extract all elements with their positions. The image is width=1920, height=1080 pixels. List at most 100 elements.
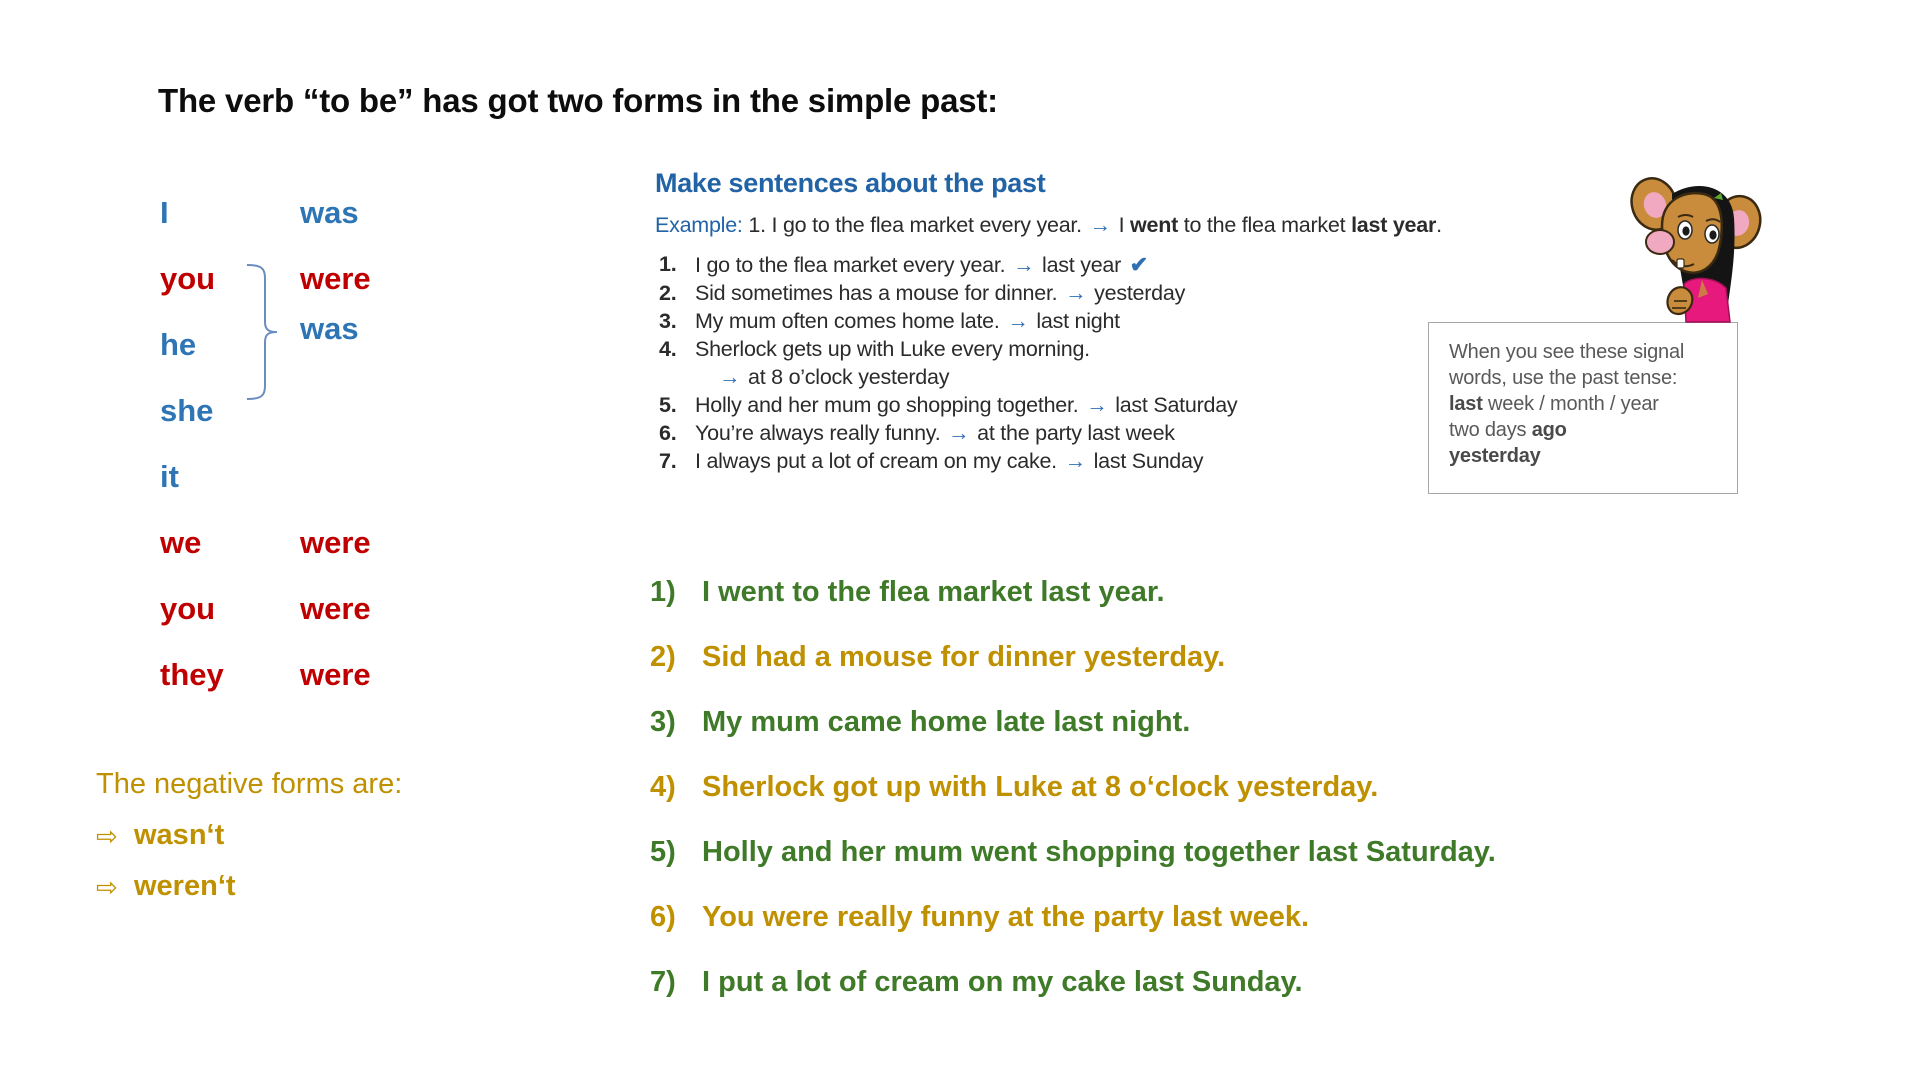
example-answer-cue: last year [1351,213,1437,237]
answer-row: 2) Sid had a mouse for dinner yesterday. [650,643,1830,708]
signal-line-4: two days ago [1449,417,1737,443]
worksheet-item-number: 1. [659,252,677,276]
signal-text: words, use the past tense: [1449,367,1678,389]
negative-form-text: wasn‘t [134,819,225,851]
example-prompt: I go to the flea market every year. [771,213,1083,237]
worksheet-item-cue: at the party last week [977,420,1175,445]
negative-forms-heading: The negative forms are: [96,768,403,800]
answer-row: 6) You were really funny at the party las… [650,903,1830,968]
worksheet-item-cue: last night [1036,308,1120,333]
conjugation-table: Iwas you were he she it we were you were they were [150,185,440,713]
worksheet-item-number: 6. [659,420,677,445]
worksheet-item-cue: yesterday [1094,280,1186,305]
signal-line-5: yesterday [1449,443,1737,469]
worksheet-heading: Make sentences about the past [655,168,1046,198]
worksheet-item-cue: at 8 o’clock yesterday [747,364,950,389]
conjugation-row: you were [150,581,440,647]
signal-line-1: When you see these signal [1449,339,1737,365]
group-verb-was: was [300,311,359,346]
answer-number: 3) [650,706,676,738]
worksheet-item-number: 3. [659,308,677,333]
worksheet-item-cue: last Sunday [1093,448,1204,473]
example-answer-pre: I [1118,213,1131,237]
signal-line-2: words, use the past tense: [1449,365,1737,391]
arrow-right-icon: → [1065,280,1087,305]
worksheet-item-sentence: I go to the flea market every year. [695,253,1006,277]
conjugation-row: we were [150,515,440,581]
worksheet-item-sentence: Holly and her mum go shopping together. [695,392,1079,417]
conjugation-verb: were [300,261,371,296]
answer-text: Holly and her mum went shopping together… [702,836,1496,868]
arrow-right-icon: → [1007,308,1029,333]
conjugation-row: he [150,317,440,383]
answer-row: 7) I put a lot of cream on my cake last S… [650,968,1830,1033]
negative-forms-list: ⇨ wasn‘t ⇨ weren‘t [96,819,516,903]
worksheet-item: 6. You’re always really funny. → at the p… [655,420,1375,448]
answer-text: You were really funny at the party last … [702,901,1310,933]
answers-list: 1) I went to the flea market last year. 2)… [650,578,1830,1033]
example-answer-verb: went [1130,213,1179,237]
arrow-right-icon: → [1089,213,1112,237]
answer-number: 1) [650,576,676,608]
arrow-right-icon: → [1013,253,1035,277]
answer-text: I put a lot of cream on my cake last Sun… [702,966,1303,998]
conjugation-verb: were [300,591,371,626]
conjugation-pronoun: they [160,657,224,692]
conjugation-row: you were [150,251,440,317]
conjugation-verb: were [300,525,371,560]
example-answer-mid: to the flea market [1178,213,1352,237]
answer-number: 6) [650,901,676,933]
worksheet-item-sentence: Sherlock gets up with Luke every morning… [695,336,1090,361]
worksheet-item-number: 2. [659,280,677,305]
worksheet-item-sentence: I always put a lot of cream on my cake. [695,448,1057,473]
example-answer-end: . [1436,213,1442,237]
signal-keyword-last: last [1449,393,1483,415]
worksheet-item-sentence: Sid sometimes has a mouse for dinner. [695,280,1058,305]
answer-number: 7) [650,966,676,998]
conjugation-pronoun: it [160,459,179,494]
worksheet-item: 4. Sherlock gets up with Luke every morni… [655,336,1375,364]
conjugation-row: they were [150,647,440,713]
worksheet-item-sentence: You’re always really funny. [695,420,941,445]
worksheet-item-cue: last Saturday [1115,392,1238,417]
worksheet-item: 7. I always put a lot of cream on my cake… [655,448,1375,476]
answer-number: 2) [650,641,676,673]
worksheet-item: 2. Sid sometimes has a mouse for dinner. … [655,280,1375,308]
conjugation-row: she [150,383,440,449]
negative-form-text: weren‘t [134,870,236,902]
page-title: The verb “to be” has got two forms in th… [158,82,998,119]
example-number: 1. [748,213,766,237]
worksheet-item-cue: last year [1042,253,1122,277]
worksheet-item-continuation: → at 8 o’clock yesterday [655,364,1375,392]
answer-text: I went to the flea market last year. [702,576,1165,608]
conjugation-row: it [150,449,440,515]
conjugation-pronoun: she [160,393,214,428]
conjugation-pronoun: you [160,591,216,626]
answer-row: 5) Holly and her mum went shopping togeth… [650,838,1830,903]
negative-form-item: ⇨ wasn‘t [96,819,516,852]
mouse-mascot-icon [1628,172,1768,337]
worksheet-item: 3. My mum often comes home late. → last n… [655,308,1375,336]
signal-text: When you see these signal [1449,341,1685,363]
signal-line-3: last week / month / year [1449,391,1737,417]
signal-keyword-yesterday: yesterday [1449,445,1541,467]
arrow-right-icon: → [1086,392,1108,417]
worksheet-item: 1. I go to the flea market every year. → … [655,251,1375,280]
arrow-right-icon: → [1064,448,1087,473]
worksheet-item: 5. Holly and her mum go shopping together… [655,392,1375,420]
answer-text: My mum came home late last night. [702,706,1191,738]
negative-form-item: ⇨ weren‘t [96,870,516,903]
answer-number: 4) [650,771,676,803]
example-label: Example: [655,213,743,237]
signal-words-box: When you see these signal words, use the … [1428,322,1738,494]
answer-row: 4) Sherlock got up with Luke at 8 o‘clock… [650,773,1830,838]
worksheet-item-sentence: My mum often comes home late. [695,308,1000,333]
signal-text: two days [1449,419,1532,441]
arrow-right-icon: → [719,364,741,389]
worksheet-block: Make sentences about the past Example: 1… [655,168,1442,476]
answer-row: 1) I went to the flea market last year. [650,578,1830,643]
answer-number: 5) [650,836,676,868]
conjugation-pronoun: I [160,195,169,230]
worksheet-example-line: Example: 1. I go to the flea market ever… [655,213,1442,238]
worksheet-item-number: 4. [659,336,677,361]
